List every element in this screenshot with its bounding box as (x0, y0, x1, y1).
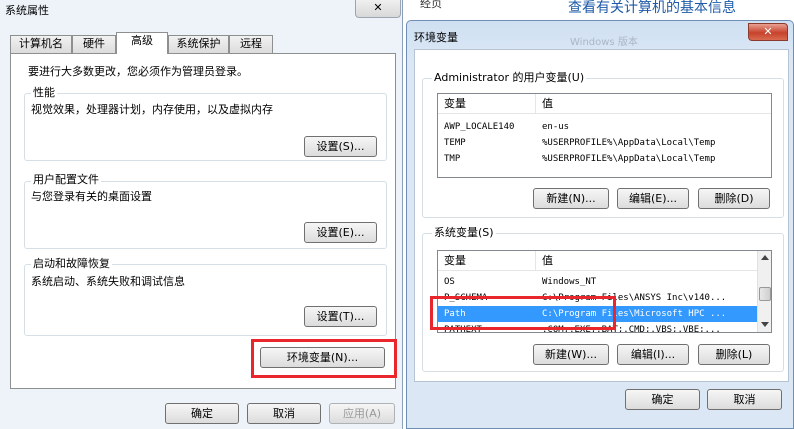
desktop: 经页 查看有关计算机的基本信息 系统属性 ✕ 计算机名 硬件 高级 系统保护 远… (0, 0, 794, 429)
var-name: TEMP (444, 138, 466, 148)
var-value: en-us (542, 122, 570, 132)
user-profiles-desc: 与您登录有关的桌面设置 (31, 190, 152, 203)
system-properties-cancel-button[interactable]: 取消 (247, 403, 321, 424)
system-list-scrollbar[interactable] (757, 251, 771, 332)
path-row-highlight (430, 296, 616, 330)
table-row[interactable]: AWP_LOCALE140 en-us (438, 119, 771, 135)
tab-computer-name[interactable]: 计算机名 (10, 35, 72, 53)
user-col-variable[interactable]: 变量 (438, 94, 536, 114)
environment-ok-button[interactable]: 确定 (625, 389, 700, 410)
startup-recovery-desc: 系统启动、系统失败和调试信息 (31, 275, 185, 288)
user-new-button[interactable]: 新建(N)... (533, 188, 609, 209)
var-name: TMP (444, 154, 461, 164)
system-new-button[interactable]: 新建(W)... (533, 344, 609, 365)
table-row[interactable]: OS Windows_NT (438, 274, 757, 290)
user-delete-button[interactable]: 删除(D) (698, 188, 770, 209)
system-variables-header: 变量 值 (438, 251, 757, 271)
table-row[interactable]: TEMP %USERPROFILE%\AppData\Local\Temp (438, 135, 771, 151)
user-profiles-title: 用户配置文件 (31, 173, 101, 186)
background-partial-title: 经页 (420, 0, 442, 10)
admin-note: 要进行大多数更改，您必须作为管理员登录。 (28, 65, 248, 78)
tab-hardware[interactable]: 硬件 (72, 35, 116, 53)
var-name: OS (444, 277, 455, 287)
user-variables-header: 变量 值 (438, 94, 771, 114)
user-variables-list[interactable]: 变量 值 AWP_LOCALE140 en-us TEMP %USERPROFI… (437, 93, 772, 178)
system-properties-close-button[interactable]: ✕ (355, 0, 401, 18)
user-variables-title: Administrator 的用户变量(U) (432, 71, 587, 84)
tab-advanced[interactable]: 高级 (116, 32, 168, 54)
system-properties-title: 系统属性 (5, 4, 49, 17)
var-value: Windows_NT (542, 277, 597, 287)
var-value: %USERPROFILE%\AppData\Local\Temp (542, 138, 716, 148)
system-edit-button[interactable]: 编辑(I)... (617, 344, 689, 365)
system-properties-apply-button[interactable]: 应用(A) (329, 403, 395, 424)
startup-recovery-title: 启动和故障恢复 (31, 257, 112, 270)
environment-cancel-button[interactable]: 取消 (707, 389, 782, 410)
performance-title: 性能 (31, 86, 57, 99)
scroll-up-arrow-icon[interactable] (761, 255, 769, 260)
user-profiles-settings-button[interactable]: 设置(E)... (304, 222, 377, 243)
scroll-thumb[interactable] (759, 287, 771, 301)
environment-variables-close-button[interactable]: ✕ (748, 23, 788, 41)
user-edit-button[interactable]: 编辑(E)... (617, 188, 689, 209)
var-name: AWP_LOCALE140 (444, 122, 515, 132)
system-delete-button[interactable]: 删除(L) (698, 344, 770, 365)
table-row[interactable]: TMP %USERPROFILE%\AppData\Local\Temp (438, 151, 771, 167)
system-properties-ok-button[interactable]: 确定 (165, 403, 239, 424)
env-button-highlight (251, 339, 397, 378)
startup-recovery-settings-button[interactable]: 设置(T)... (304, 306, 377, 327)
scroll-down-arrow-icon[interactable] (761, 322, 769, 327)
user-col-value[interactable]: 值 (536, 94, 771, 114)
system-info-link[interactable]: 查看有关计算机的基本信息 (568, 0, 736, 17)
tab-system-protection[interactable]: 系统保护 (168, 35, 229, 53)
system-col-value[interactable]: 值 (536, 251, 757, 271)
tab-remote[interactable]: 远程 (229, 35, 273, 53)
performance-settings-button[interactable]: 设置(S)... (304, 136, 377, 157)
close-icon: ✕ (763, 25, 773, 38)
environment-variables-title: 环境变量 (414, 31, 458, 44)
close-icon: ✕ (373, 1, 383, 14)
blurred-background-text: Windows 版本 (570, 37, 638, 48)
performance-desc: 视觉效果，处理器计划，内存使用，以及虚拟内存 (31, 103, 273, 116)
var-value: %USERPROFILE%\AppData\Local\Temp (542, 154, 716, 164)
system-variables-title: 系统变量(S) (432, 226, 496, 239)
system-col-variable[interactable]: 变量 (438, 251, 536, 271)
